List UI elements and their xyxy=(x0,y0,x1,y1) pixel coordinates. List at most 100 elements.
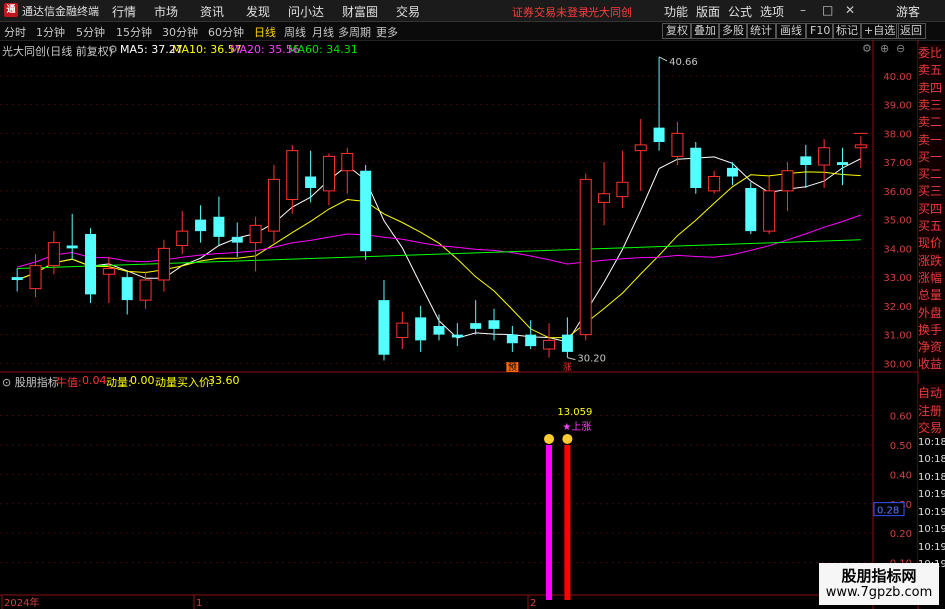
low-pointer xyxy=(567,357,576,361)
candle xyxy=(598,162,611,226)
candle xyxy=(561,317,573,358)
candle xyxy=(800,144,812,188)
candle-body xyxy=(818,147,831,166)
candle-body xyxy=(139,279,152,301)
candle-body xyxy=(671,132,684,157)
candle-body xyxy=(506,334,518,344)
candle-body xyxy=(653,127,665,142)
candle-body xyxy=(322,155,335,192)
candle-body xyxy=(488,320,500,329)
side-item[interactable]: 买五 xyxy=(918,217,945,234)
candle xyxy=(763,176,776,234)
candle xyxy=(653,56,665,151)
side-item[interactable]: 收益 xyxy=(918,355,945,373)
price-tick-label: 30.00 xyxy=(883,359,912,370)
candle-body xyxy=(726,167,738,177)
candle-body xyxy=(378,300,390,355)
side-sub-item: 10:19 xyxy=(918,489,945,506)
side-item[interactable]: 现价 xyxy=(918,234,945,252)
side-sub-item[interactable]: 交易 xyxy=(918,419,945,436)
side-sub-item: 10:18 xyxy=(918,436,945,454)
indicator-bar xyxy=(564,444,571,600)
candle-body xyxy=(598,193,611,203)
candle-body xyxy=(305,176,317,188)
side-item[interactable]: 换手 xyxy=(918,320,945,338)
side-item[interactable]: 净资 xyxy=(918,338,945,356)
sub-peak-label: 13.059 xyxy=(557,407,592,418)
xaxis-month2-label: 2 xyxy=(530,598,536,609)
candle xyxy=(305,150,317,203)
side-item[interactable]: 总量 xyxy=(918,286,945,304)
price-tick-label: 34.00 xyxy=(883,244,912,255)
side-item[interactable]: 外盘 xyxy=(918,303,945,321)
side-item[interactable]: 卖二 xyxy=(918,113,945,131)
price-tick-label: 32.00 xyxy=(883,302,912,313)
side-item[interactable]: 卖三 xyxy=(918,95,945,113)
indicator-tick-label: 0.20 xyxy=(890,529,912,540)
price-tick-label: 36.00 xyxy=(883,187,912,198)
watermark: 股朋指标网 www.7gpzb.com xyxy=(819,563,939,605)
up-signal-label: ★上涨 xyxy=(562,421,591,433)
candle-body xyxy=(561,334,573,352)
candle-body xyxy=(286,150,299,200)
candle-body xyxy=(579,178,592,336)
high-price-label: 40.66 xyxy=(669,57,698,68)
xaxis-month1-label: 1 xyxy=(196,598,202,609)
low-price-label: 30.20 xyxy=(577,354,606,365)
candle xyxy=(267,165,280,243)
side-item[interactable]: 涨幅 xyxy=(918,268,945,286)
signal-face-icon xyxy=(562,433,573,444)
candle xyxy=(690,142,702,194)
indicator-tick-label: 0.40 xyxy=(890,470,912,481)
high-pointer xyxy=(658,56,668,62)
side-item[interactable]: 买一 xyxy=(918,147,945,165)
candle-body xyxy=(708,176,721,192)
candle-body xyxy=(745,188,757,232)
side-item[interactable]: 委比 xyxy=(918,44,945,61)
candle-body xyxy=(781,170,794,192)
indicator-tick-label: 0.60 xyxy=(890,412,912,423)
candle xyxy=(85,228,97,303)
side-item[interactable]: 涨跌 xyxy=(918,251,945,269)
side-item[interactable]: 买四 xyxy=(918,199,945,217)
candle xyxy=(176,211,189,255)
candle xyxy=(488,308,500,341)
kline-chart[interactable]: 40.00 39.00 38.00 37.00 36.00 35.00 34.00 33.00… xyxy=(0,0,945,609)
candle-body xyxy=(854,144,867,149)
candle-body xyxy=(634,144,647,152)
side-item[interactable]: 卖五 xyxy=(918,61,945,79)
tag-pre-label: 预 xyxy=(508,362,517,373)
candle xyxy=(745,182,757,234)
candle-body xyxy=(157,247,170,281)
candle xyxy=(11,268,23,292)
candle xyxy=(396,311,409,349)
price-tick-label: 37.00 xyxy=(883,158,912,169)
signal-face-icon xyxy=(544,433,555,444)
price-tick-label: 39.00 xyxy=(883,101,912,112)
candle xyxy=(415,305,427,352)
quote-side-panel: 委比 卖五 卖四 卖三 卖二 卖一 买一 买二 买三 买四 买五 现价 涨跌 涨幅 总量 外盘 换手 净资 收益自动… xyxy=(918,44,945,609)
candle xyxy=(213,196,225,246)
side-item[interactable]: 卖一 xyxy=(918,130,945,148)
price-tick-label: 40.00 xyxy=(883,72,912,83)
side-sub-item[interactable]: 自动 xyxy=(918,384,945,401)
price-tick-label: 33.00 xyxy=(883,273,912,284)
candle-body xyxy=(396,322,409,338)
side-sub-item: 10:18 xyxy=(918,454,945,471)
side-item[interactable]: 买二 xyxy=(918,165,945,183)
candle xyxy=(818,139,831,188)
side-item[interactable]: 卖四 xyxy=(918,78,945,96)
candle-body xyxy=(66,245,78,249)
indicator-bar xyxy=(546,444,553,600)
candle xyxy=(322,153,335,206)
side-sub-item[interactable]: 注册 xyxy=(918,401,945,419)
candle xyxy=(451,323,463,347)
candle-body xyxy=(213,216,225,237)
candle-body xyxy=(249,224,262,244)
candle-body xyxy=(433,326,445,335)
side-item[interactable]: 买三 xyxy=(918,182,945,200)
candle xyxy=(506,326,518,352)
current-value-label: 0.28 xyxy=(877,506,899,517)
candle xyxy=(341,147,354,194)
candle-body xyxy=(195,219,207,232)
